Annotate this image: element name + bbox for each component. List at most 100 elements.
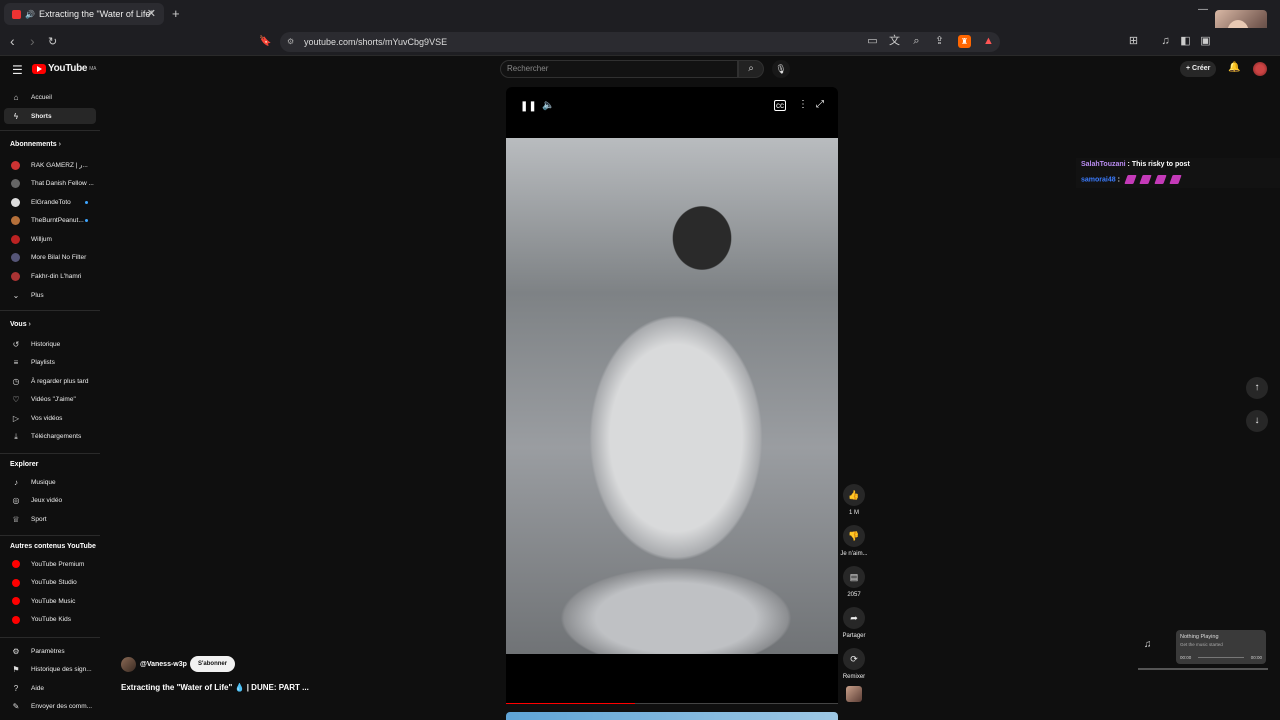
- channel-avatar: [11, 179, 20, 188]
- sidebar-item-shorts[interactable]: ϟ Shorts: [4, 108, 96, 124]
- translate-icon[interactable]: 文: [888, 35, 901, 48]
- sidebar-item-subscription[interactable]: RAK GAMERZ | ر...: [4, 157, 96, 173]
- remix-icon[interactable]: ⟳: [843, 648, 865, 670]
- channel-name[interactable]: @Vaness-w3p: [140, 661, 187, 668]
- notifications-bell-icon[interactable]: 🔔: [1228, 62, 1240, 73]
- next-short-preview[interactable]: [506, 712, 838, 720]
- create-button[interactable]: + Créer: [1180, 61, 1217, 77]
- sidebar-item-subscription[interactable]: Willjum: [4, 231, 96, 247]
- progress-bar[interactable]: [506, 703, 838, 704]
- shorts-video-player[interactable]: ❚❚ 🔈 cc ⋮ ⤢: [506, 87, 838, 704]
- sidebar-item-subscription[interactable]: TheBurntPeanut...: [4, 213, 96, 229]
- forward-button[interactable]: ›: [30, 33, 35, 49]
- sidebar-item-subscription[interactable]: ElGrandeToto: [4, 194, 96, 210]
- bookmark-icon[interactable]: 🔖: [259, 36, 271, 47]
- sidebar-item-home[interactable]: ⌂ Accueil: [4, 89, 96, 105]
- close-tab-icon[interactable]: ✕: [147, 7, 156, 20]
- pause-icon[interactable]: ❚❚: [520, 101, 537, 112]
- sound-thumbnail[interactable]: [846, 686, 862, 702]
- site-settings-icon[interactable]: ⚙: [287, 32, 294, 52]
- like-action[interactable]: 👍 1 M: [838, 484, 870, 516]
- comment-icon[interactable]: ▤: [843, 566, 865, 588]
- media-icon[interactable]: ♫: [1159, 35, 1172, 48]
- sidebar-item-subscription[interactable]: More Bilal No Filter: [4, 250, 96, 266]
- more-youtube-header[interactable]: Autres contenus YouTube: [10, 543, 96, 550]
- video-frame[interactable]: [506, 138, 838, 654]
- channel-avatar[interactable]: [121, 657, 136, 672]
- sidebar-item-settings[interactable]: ⚙ Paramètres: [4, 643, 96, 659]
- brave-shield-icon[interactable]: ♜: [958, 35, 971, 48]
- minimize-window-button[interactable]: —: [1198, 4, 1208, 15]
- sidebar-item-explore[interactable]: ◎ Jeux vidéo: [4, 493, 96, 509]
- fullscreen-icon[interactable]: ⤢: [816, 99, 824, 110]
- sidebar-item-you[interactable]: ♡ Vidéos "J'aime": [4, 392, 96, 408]
- sidebar-item-you[interactable]: ▷ Vos vidéos: [4, 410, 96, 426]
- comments-action[interactable]: ▤ 2057: [838, 566, 870, 598]
- sidebar-item-settings[interactable]: ⚑ Historique des sign...: [4, 662, 96, 678]
- new-tab-button[interactable]: +: [172, 6, 180, 21]
- sidebar-item-settings[interactable]: ✎ Envoyer des comm...: [4, 699, 96, 715]
- emote-icon: [1124, 175, 1137, 184]
- subscription-label: TheBurntPeanut...: [31, 217, 84, 224]
- music-note-icon[interactable]: ♫: [1144, 639, 1152, 650]
- subscription-label: More Bilal No Filter: [31, 254, 87, 261]
- sidebar: ⌂ Accueil ϟ Shorts Abonnements › RAK GAMERZ |…: [0, 84, 102, 720]
- account-avatar[interactable]: [1253, 62, 1267, 76]
- extensions-icon[interactable]: ⊞: [1127, 35, 1140, 48]
- short-title[interactable]: Extracting the "Water of Life" 💧 | DUNE:…: [121, 683, 309, 692]
- subscriptions-header[interactable]: Abonnements ›: [10, 141, 61, 148]
- channel-avatar: [11, 197, 20, 207]
- sidebar-item-you[interactable]: ≡ Playlists: [4, 355, 96, 371]
- sidebar-item-you[interactable]: ◷ À regarder plus tard: [4, 373, 96, 389]
- sidebar-item-you[interactable]: ⤓ Téléchargements: [4, 429, 96, 445]
- sidebar-item-youtube-product[interactable]: YouTube Kids: [4, 612, 96, 628]
- search-button[interactable]: ⌕: [738, 60, 764, 78]
- sidebar-item-youtube-product[interactable]: YouTube Studio: [4, 575, 96, 591]
- brave-rewards-icon[interactable]: ▲: [982, 35, 995, 48]
- wallet-icon[interactable]: ▣: [1199, 35, 1212, 48]
- sidebar-item-explore[interactable]: ♪ Musique: [4, 474, 96, 490]
- next-short-button[interactable]: ↓: [1246, 410, 1268, 432]
- youtube-product-icon: [12, 578, 20, 587]
- sidebar-item-youtube-product[interactable]: YouTube Premium: [4, 556, 96, 572]
- sidebar-item-settings[interactable]: ? Aide: [4, 680, 96, 696]
- thumbs-down-icon[interactable]: 👎: [843, 525, 865, 547]
- share-icon[interactable]: ⇪: [933, 35, 946, 48]
- cast-icon[interactable]: ▭: [866, 35, 879, 48]
- sidebar-item-you[interactable]: ↺ Historique: [4, 336, 96, 352]
- explore-header[interactable]: Explorer: [10, 461, 38, 468]
- menu-icon[interactable]: ☰: [12, 63, 23, 77]
- chat-overlay: SalahTouzani : This risky to post samora…: [1076, 158, 1280, 188]
- voice-search-button[interactable]: 🎙: [772, 60, 790, 78]
- volume-icon[interactable]: 🔈: [542, 100, 554, 111]
- youtube-logo[interactable]: YouTube MA: [32, 63, 96, 74]
- browser-tab[interactable]: 🔊 Extracting the "Water of Life" ✕: [4, 3, 164, 25]
- remix-action[interactable]: ⟳ Remixer: [838, 648, 870, 680]
- sidebar-item-more[interactable]: ⌄ Plus: [4, 287, 96, 303]
- sidebar-item-youtube-product[interactable]: YouTube Music: [4, 593, 96, 609]
- logo-text: YouTube: [48, 63, 88, 74]
- product-label: YouTube Studio: [31, 579, 77, 586]
- thumbs-up-icon[interactable]: 👍: [843, 484, 865, 506]
- share-action[interactable]: ➦ Partager: [838, 607, 870, 639]
- zoom-icon[interactable]: ⌕: [910, 35, 923, 48]
- search-input[interactable]: Rechercher: [500, 60, 738, 78]
- reload-button[interactable]: ↻: [48, 35, 57, 48]
- more-youtube-header-text: Autres contenus YouTube: [10, 543, 96, 550]
- feedback-icon: ✎: [12, 702, 20, 711]
- you-header[interactable]: Vous ›: [10, 321, 31, 328]
- sidebar-icon[interactable]: ◧: [1179, 35, 1192, 48]
- dislike-action[interactable]: 👎 Je n'aim...: [838, 525, 870, 557]
- back-button[interactable]: ‹: [10, 33, 15, 49]
- share-arrow-icon[interactable]: ➦: [843, 607, 865, 629]
- speaker-icon[interactable]: 🔊: [25, 10, 35, 19]
- sidebar-item-subscription[interactable]: That Danish Fellow ...: [4, 176, 96, 192]
- subscribe-button[interactable]: S'abonner: [190, 656, 236, 672]
- now-playing-card[interactable]: Nothing Playing Get the music started 00…: [1176, 630, 1266, 664]
- now-playing-bar[interactable]: [1198, 657, 1244, 658]
- more-options-icon[interactable]: ⋮: [798, 99, 808, 110]
- sidebar-item-explore[interactable]: ♕ Sport: [4, 511, 96, 527]
- sidebar-item-subscription[interactable]: Fakhr-din L'hamri: [4, 268, 96, 284]
- previous-short-button[interactable]: ↑: [1246, 377, 1268, 399]
- captions-icon[interactable]: cc: [774, 100, 786, 111]
